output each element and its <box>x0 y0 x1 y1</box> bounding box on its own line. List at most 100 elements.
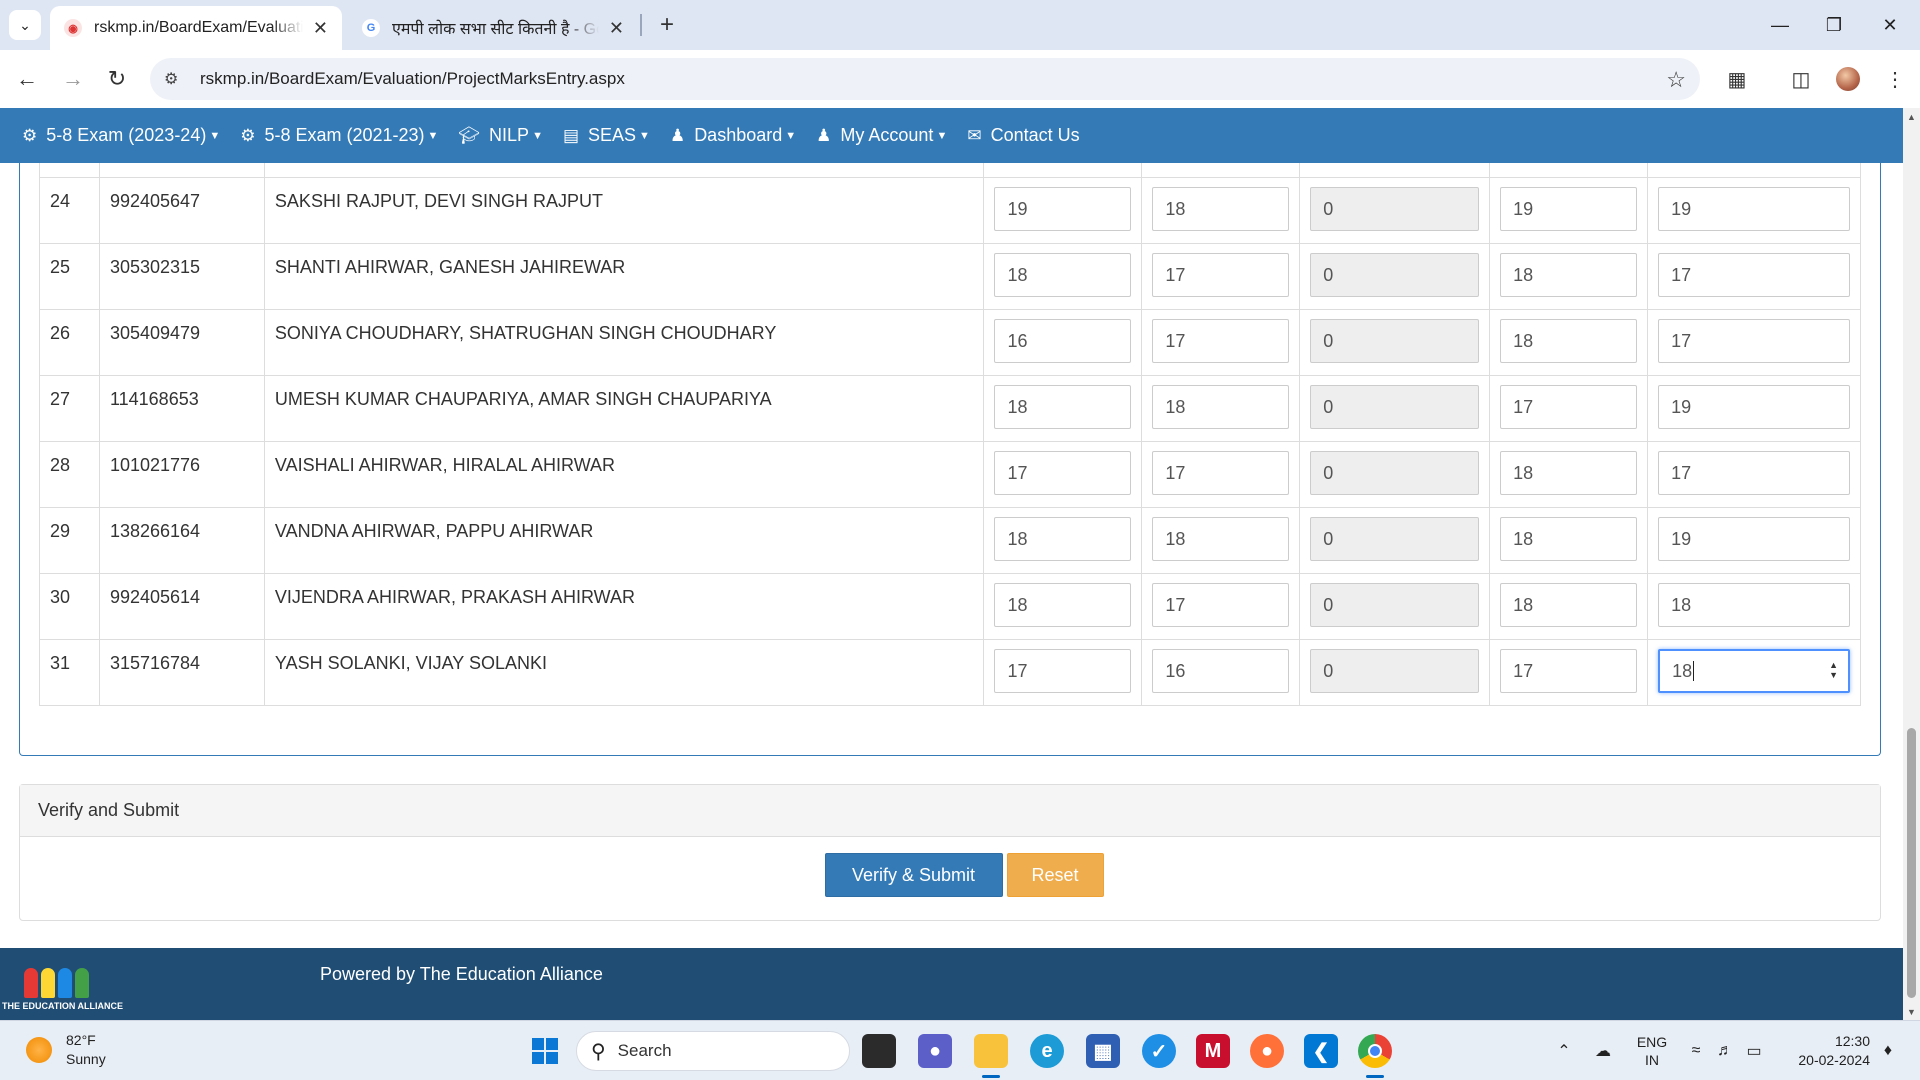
marks-input[interactable]: 17 <box>1500 385 1638 429</box>
notification-bell-icon[interactable]: ♦ <box>1876 1021 1900 1080</box>
marks-cell: 0 <box>1299 177 1491 244</box>
chrome-icon[interactable] <box>1358 1034 1392 1078</box>
nav-contact-us[interactable]: ✉ Contact Us <box>957 108 1089 163</box>
panel-heading: Verify and Submit <box>20 785 1880 837</box>
marks-input[interactable]: 16 <box>994 319 1132 363</box>
taskbar-search[interactable]: ⚲ Search <box>576 1031 850 1071</box>
nav-nilp[interactable]: 🎓︎ NILP ▼ <box>448 108 553 163</box>
scrollbar-thumb[interactable] <box>1907 728 1916 998</box>
scroll-up-arrow-icon[interactable]: ▲ <box>1903 108 1920 125</box>
new-tab-button[interactable]: + <box>652 10 682 40</box>
restore-icon: ❐ <box>1825 14 1843 35</box>
marks-input[interactable]: 17 <box>1658 451 1850 495</box>
browser-menu-button[interactable]: ⋮ <box>1880 64 1910 94</box>
back-button[interactable]: ← <box>12 64 42 94</box>
marks-cell: 17 <box>1141 309 1301 376</box>
chat-icon[interactable]: ● <box>918 1034 952 1068</box>
cloud-error-icon[interactable]: ☁ <box>1590 1021 1616 1080</box>
marks-input[interactable]: 17 <box>1500 649 1638 693</box>
side-panel-button[interactable]: ◫ <box>1786 64 1816 94</box>
address-bar[interactable]: ⚙ rskmp.in/BoardExam/Evaluation/ProjectM… <box>150 58 1700 100</box>
marks-input[interactable]: 17 <box>1658 253 1850 297</box>
bookmark-star-icon[interactable]: ☆ <box>1666 67 1686 93</box>
marks-input[interactable]: 18 <box>1500 319 1638 363</box>
marks-value: 0 <box>1323 396 1334 417</box>
marks-input[interactable]: 18 <box>1152 187 1290 231</box>
firefox-icon[interactable]: ● <box>1250 1034 1284 1068</box>
marks-input[interactable]: 18 <box>994 253 1132 297</box>
site-settings-icon[interactable]: ⚙ <box>164 69 188 89</box>
language-indicator[interactable]: ENG IN <box>1632 1021 1672 1080</box>
marks-cell: 17 <box>1141 441 1301 508</box>
marks-input[interactable]: 19 <box>1658 187 1850 231</box>
volume-icon[interactable]: ♬ <box>1713 1021 1737 1080</box>
close-tab-icon[interactable]: ✕ <box>609 18 624 39</box>
marks-input[interactable]: 18 <box>1500 517 1638 561</box>
marks-input[interactable]: 17 <box>994 451 1132 495</box>
marks-input[interactable]: 17 <box>1152 319 1290 363</box>
marks-input-readonly: 0 <box>1310 187 1480 231</box>
marks-input[interactable]: 17 <box>1152 583 1290 627</box>
minimize-button[interactable]: — <box>1760 10 1800 40</box>
close-window-button[interactable]: ✕ <box>1870 10 1910 40</box>
marks-input[interactable]: 18 <box>1658 583 1850 627</box>
edge-browser-icon[interactable]: e <box>1030 1034 1064 1068</box>
browser-tab-inactive[interactable]: G एमपी लोक सभा सीट कितनी है - Google ✕ <box>348 6 638 50</box>
tray-overflow-icon[interactable]: ⌃ <box>1552 1021 1576 1080</box>
nav-exam-2023-24[interactable]: ⚙ 5-8 Exam (2023-24) ▼ <box>12 108 230 163</box>
nav-my-account[interactable]: ♟ My Account ▼ <box>806 108 957 163</box>
marks-input[interactable]: 18 <box>1152 517 1290 561</box>
marks-input[interactable]: 19 <box>994 187 1132 231</box>
close-tab-icon[interactable]: ✕ <box>313 18 328 39</box>
page-scrollbar[interactable]: ▲ ▼ <box>1903 108 1920 1020</box>
reload-button[interactable]: ↻ <box>102 64 132 94</box>
marks-input[interactable]: 18 <box>994 385 1132 429</box>
logo-text: THE EDUCATION ALLIANCE <box>2 1001 123 1011</box>
nav-exam-2021-23[interactable]: ⚙ 5-8 Exam (2021-23) ▼ <box>230 108 448 163</box>
nav-label: Contact Us <box>990 125 1080 145</box>
marks-input[interactable]: 18 <box>1500 253 1638 297</box>
marks-input[interactable]: 18 <box>1500 451 1638 495</box>
marks-input[interactable]: 19 <box>1658 517 1850 561</box>
extensions-button[interactable]: ▦ <box>1722 64 1752 94</box>
restore-button[interactable]: ❐ <box>1814 10 1854 40</box>
marks-input[interactable]: 16 <box>1152 649 1290 693</box>
weather-widget[interactable]: 82°F Sunny <box>26 1031 106 1069</box>
marks-input[interactable]: 17 <box>1658 319 1850 363</box>
store-icon[interactable]: ▦ <box>1086 1034 1120 1068</box>
tab-search-button[interactable]: ⌄ <box>9 10 41 40</box>
marks-input[interactable]: 18 <box>994 583 1132 627</box>
marks-input[interactable]: 19 <box>1658 385 1850 429</box>
profile-button[interactable] <box>1833 64 1863 94</box>
forward-button[interactable]: → <box>58 64 88 94</box>
file-explorer-icon[interactable] <box>974 1034 1008 1078</box>
number-spinner-icon[interactable]: ▲ ▼ <box>1829 660 1838 680</box>
vscode-icon[interactable]: ❮ <box>1304 1034 1338 1068</box>
task-view-icon[interactable] <box>862 1034 896 1068</box>
app-icon[interactable]: ✓ <box>1142 1034 1176 1068</box>
wifi-icon[interactable]: ≈ <box>1684 1021 1708 1080</box>
marks-input[interactable]: 17 <box>1152 253 1290 297</box>
marks-cell: 16 <box>1141 639 1301 706</box>
marks-value: 18 <box>1007 396 1028 417</box>
reset-button[interactable]: Reset <box>1006 853 1104 897</box>
marks-input[interactable]: 18 ▲ ▼ <box>1658 649 1850 693</box>
verify-submit-panel: Verify and Submit Verify & Submit Reset <box>19 784 1881 921</box>
marks-input[interactable]: 17 <box>1152 451 1290 495</box>
scroll-down-arrow-icon[interactable]: ▼ <box>1903 1003 1920 1020</box>
clock[interactable]: 12:30 20-02-2024 <box>1780 1021 1870 1080</box>
battery-icon[interactable]: ▭ <box>1742 1021 1766 1080</box>
marks-input[interactable]: 18 <box>1500 583 1638 627</box>
start-button[interactable] <box>528 1034 562 1068</box>
marks-cell: 0 <box>1299 507 1491 574</box>
marks-input[interactable]: 18 <box>994 517 1132 561</box>
verify-submit-button[interactable]: Verify & Submit <box>824 853 1003 897</box>
nav-dashboard[interactable]: ♟ Dashboard ▼ <box>660 108 806 163</box>
student-name-cell: UMESH KUMAR CHAUPARIYA, AMAR SINGH CHAUP… <box>263 375 985 442</box>
nav-seas[interactable]: ▤ SEAS ▼ <box>553 108 660 163</box>
marks-input[interactable]: 18 <box>1152 385 1290 429</box>
marks-input[interactable]: 19 <box>1500 187 1638 231</box>
marks-input[interactable]: 17 <box>994 649 1132 693</box>
browser-tab-active[interactable]: ◉ rskmp.in/BoardExam/Evaluation ✕ <box>50 6 342 50</box>
mcafee-icon[interactable]: M <box>1196 1034 1230 1068</box>
